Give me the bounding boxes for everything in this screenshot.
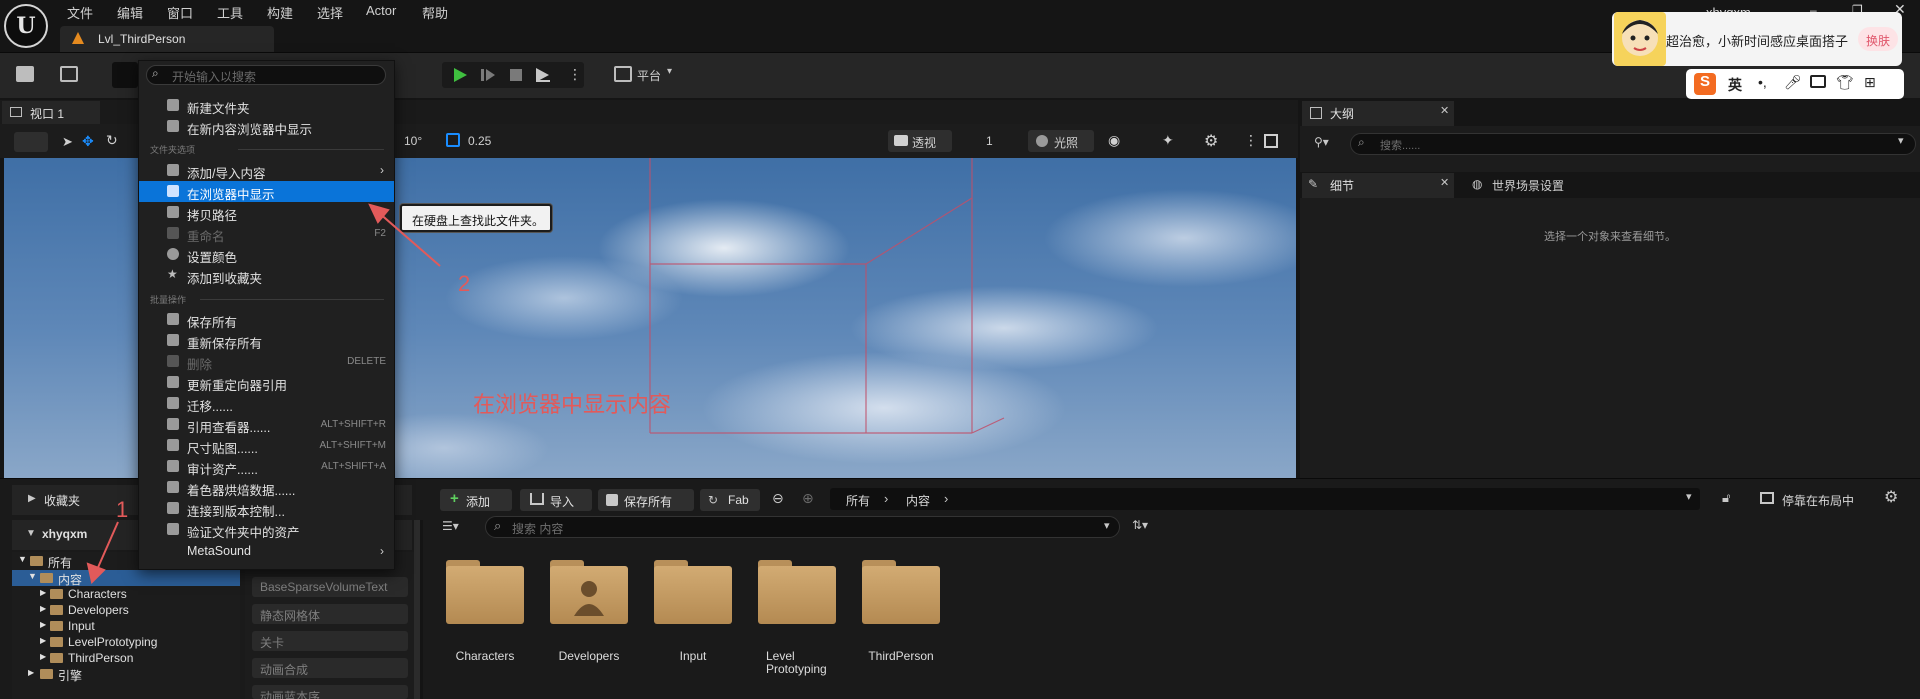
annotation-number-1: 1 [116,497,129,522]
keyboard-icon[interactable] [1810,75,1826,88]
sogou-logo-icon[interactable]: S [1694,73,1716,95]
punctuation-icon[interactable]: •, [1758,74,1767,90]
annotation-arrows [86,203,441,584]
toolbox-icon[interactable]: ⊞ [1864,74,1876,91]
ime-message: 超治愈，小新时间感应桌面搭子 [1666,34,1849,49]
microphone-icon[interactable]: 🎤︎ [1784,74,1802,91]
annotation-number-2: 2 [458,271,471,296]
skin-icon[interactable]: 👕︎ [1836,74,1854,91]
ime-skin-button[interactable]: 换肤 [1858,27,1898,51]
avatar [1614,12,1666,66]
ime-language-toggle[interactable]: 英 [1728,75,1742,95]
